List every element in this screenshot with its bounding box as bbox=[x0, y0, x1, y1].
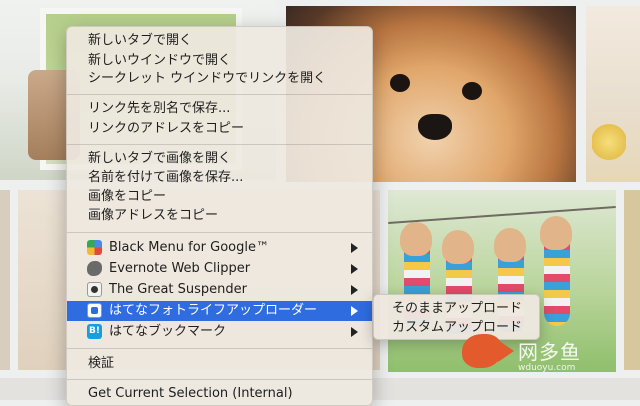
submenu-arrow-icon bbox=[351, 264, 358, 274]
thumb-photo[interactable] bbox=[0, 190, 10, 370]
menu-item-label: 新しいタブで開く bbox=[88, 33, 193, 48]
watermark: 网多鱼 wduoyu.com bbox=[462, 330, 622, 380]
dog-eye-right bbox=[462, 82, 482, 100]
menu-item-copy-link-address[interactable]: リンクのアドレスをコピー bbox=[67, 119, 372, 139]
menu-item-save-link-as[interactable]: リンク先を別名で保存... bbox=[67, 99, 372, 119]
menu-item-label: 検証 bbox=[88, 356, 115, 371]
hatena-fotolife-icon bbox=[87, 303, 102, 318]
submenu-arrow-icon bbox=[351, 243, 358, 253]
menu-item-open-incognito[interactable]: シークレット ウインドウでリンクを開く bbox=[67, 69, 372, 89]
black-menu-icon bbox=[87, 240, 102, 255]
menu-separator bbox=[67, 94, 372, 95]
submenu-item-label: そのままアップロード bbox=[392, 301, 523, 316]
fish-tail-icon bbox=[498, 340, 514, 362]
menu-item-great-suspender[interactable]: The Great Suspender bbox=[67, 280, 372, 300]
submenu-arrow-icon bbox=[351, 327, 358, 337]
menu-item-label: 新しいタブで画像を開く bbox=[88, 151, 232, 166]
menu-separator bbox=[67, 232, 372, 233]
submenu-arrow-icon bbox=[351, 285, 358, 295]
submenu-item-upload-as-is[interactable]: そのままアップロード bbox=[374, 299, 539, 319]
menu-item-label: リンクのアドレスをコピー bbox=[88, 121, 245, 136]
menu-separator bbox=[67, 144, 372, 145]
puppy-graphic bbox=[494, 228, 526, 262]
puppy-graphic bbox=[540, 216, 572, 250]
menu-item-get-current-selection[interactable]: Get Current Selection (Internal) bbox=[67, 384, 372, 404]
menu-item-evernote[interactable]: Evernote Web Clipper bbox=[67, 259, 372, 279]
puppy-graphic bbox=[442, 230, 474, 264]
menu-item-label: The Great Suspender bbox=[109, 282, 247, 297]
menu-separator bbox=[67, 379, 372, 380]
menu-item-hatena-fotolife[interactable]: はてなフォトライフアップローダー bbox=[67, 301, 372, 321]
menu-item-label: シークレット ウインドウでリンクを開く bbox=[88, 71, 327, 86]
menu-item-label: 名前を付けて画像を保存... bbox=[88, 170, 244, 185]
clothesline bbox=[388, 206, 616, 224]
thumb-photo[interactable] bbox=[624, 190, 640, 370]
menu-item-open-new-tab[interactable]: 新しいタブで開く bbox=[67, 31, 372, 51]
menu-item-save-image-as[interactable]: 名前を付けて画像を保存... bbox=[67, 168, 372, 188]
dog-eye-left bbox=[390, 74, 410, 92]
watermark-url: wduoyu.com bbox=[518, 363, 576, 373]
menu-item-label: Get Current Selection (Internal) bbox=[88, 386, 293, 401]
menu-item-black-menu[interactable]: Black Menu for Google™ bbox=[67, 238, 372, 258]
menu-item-label: Black Menu for Google™ bbox=[109, 240, 269, 255]
menu-item-inspect[interactable]: 検証 bbox=[67, 354, 372, 374]
great-suspender-icon bbox=[87, 282, 102, 297]
dog-nose bbox=[418, 114, 452, 140]
flower-graphic bbox=[592, 118, 626, 166]
fish-logo-icon bbox=[462, 334, 502, 368]
menu-item-label: 新しいウインドウで開く bbox=[88, 53, 232, 68]
evernote-icon bbox=[87, 261, 102, 276]
menu-item-open-new-window[interactable]: 新しいウインドウで開く bbox=[67, 51, 372, 71]
menu-item-label: リンク先を別名で保存... bbox=[88, 101, 231, 116]
menu-item-open-image-new-tab[interactable]: 新しいタブで画像を開く bbox=[67, 149, 372, 169]
watermark-title: 网多鱼 bbox=[518, 340, 581, 364]
menu-item-label: 画像をコピー bbox=[88, 189, 167, 204]
menu-item-label: 画像アドレスをコピー bbox=[88, 208, 219, 223]
menu-item-label: はてなフォトライフアップローダー bbox=[109, 303, 318, 318]
menu-item-label: Evernote Web Clipper bbox=[109, 261, 251, 276]
menu-separator bbox=[67, 348, 372, 349]
context-menu: 新しいタブで開く 新しいウインドウで開く シークレット ウインドウでリンクを開く… bbox=[66, 26, 373, 406]
hatena-bookmark-icon: B! bbox=[87, 324, 102, 339]
submenu-arrow-icon bbox=[351, 306, 358, 316]
flower-photo[interactable] bbox=[586, 6, 640, 182]
puppy-graphic bbox=[400, 222, 432, 256]
menu-item-copy-image-address[interactable]: 画像アドレスをコピー bbox=[67, 206, 372, 226]
menu-item-label: はてなブックマーク bbox=[109, 324, 227, 339]
menu-item-copy-image[interactable]: 画像をコピー bbox=[67, 187, 372, 207]
menu-item-hatena-bookmark[interactable]: B! はてなブックマーク bbox=[67, 322, 372, 342]
